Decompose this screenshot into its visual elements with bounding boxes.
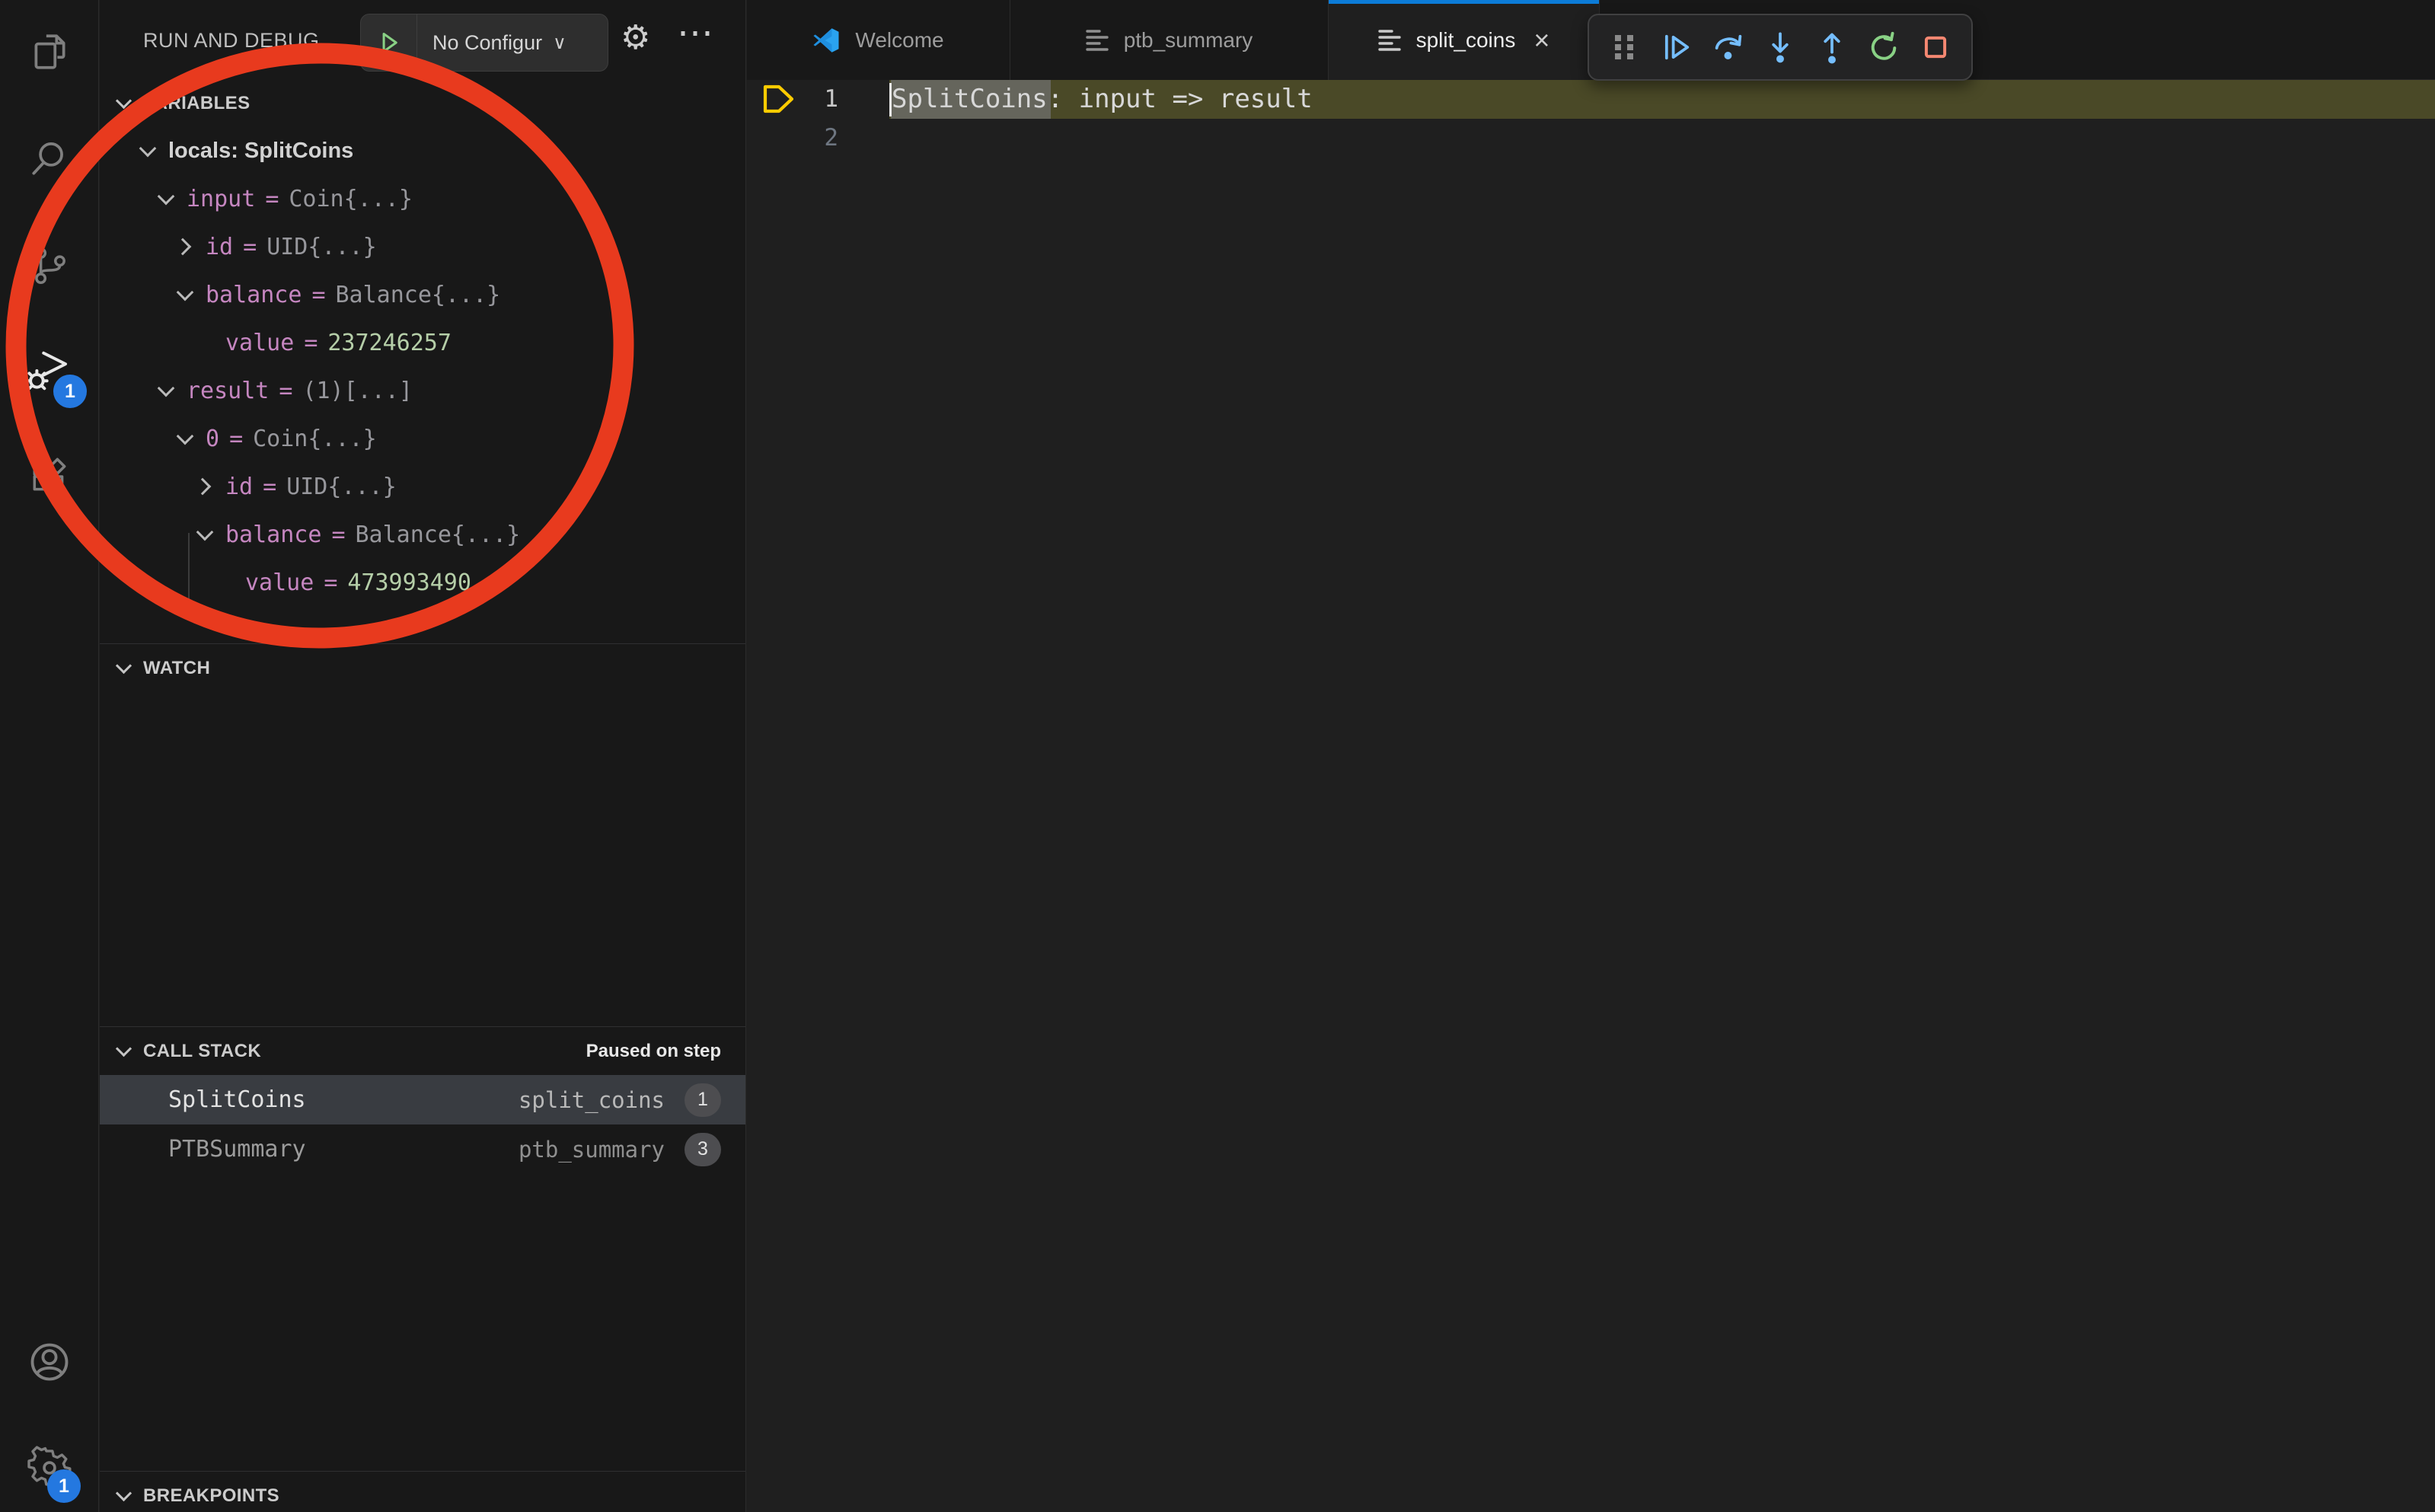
vscode-logo-icon: [812, 27, 840, 54]
toolbar-drag-handle[interactable]: [1601, 20, 1648, 75]
chevron-right-icon[interactable]: [192, 474, 218, 500]
chevron-down-icon: ∨: [553, 32, 566, 54]
step-into-button[interactable]: [1757, 20, 1804, 75]
variables-section-header[interactable]: VARIABLES: [100, 79, 745, 128]
notebook-icon: [1378, 28, 1401, 53]
breakpoints-section-header[interactable]: BREAKPOINTS: [100, 1471, 745, 1512]
accounts-button[interactable]: [0, 1318, 99, 1406]
code-word-splitcoins: SplitCoins: [892, 84, 1048, 114]
variable-row-balance[interactable]: balance = Balance{...}: [100, 271, 745, 319]
more-actions-icon[interactable]: ⋯: [677, 11, 713, 56]
chevron-down-icon[interactable]: [172, 426, 198, 452]
activity-bar: 1 1: [0, 0, 99, 1512]
sidebar-item-explorer[interactable]: [0, 8, 99, 96]
sidebar-title: RUN AND DEBUG: [143, 29, 320, 53]
chevron-right-icon[interactable]: [172, 234, 198, 260]
sidebar-item-source-control[interactable]: [0, 222, 99, 310]
debug-badge: 1: [53, 375, 87, 408]
variable-row-id2[interactable]: id = UID{...}: [100, 463, 745, 511]
variable-row-locals[interactable]: locals: SplitCoins: [100, 127, 745, 175]
tab-label: split_coins: [1416, 28, 1516, 53]
variable-row-value[interactable]: value = 237246257: [100, 319, 745, 367]
chevron-down-icon[interactable]: [113, 657, 136, 680]
variable-row-id[interactable]: id = UID{...}: [100, 223, 745, 271]
chevron-down-icon[interactable]: [153, 187, 179, 212]
run-and-debug-sidebar: RUN AND DEBUG No Configur ∨ ⚙ ⋯ VARIABLE…: [100, 0, 746, 1512]
notebook-icon: [1086, 28, 1109, 53]
sidebar-header: RUN AND DEBUG No Configur ∨ ⚙ ⋯: [100, 0, 745, 79]
chevron-down-icon[interactable]: [113, 1040, 136, 1063]
restart-button[interactable]: [1860, 20, 1907, 75]
variable-row-result[interactable]: result = (1)[...]: [100, 367, 745, 415]
settings-badge: 1: [47, 1469, 81, 1503]
indent-guide: [188, 533, 190, 608]
variable-row-balance2[interactable]: balance = Balance{...}: [100, 511, 745, 559]
frame-line-badge: 1: [685, 1083, 721, 1117]
call-stack-section-header[interactable]: CALL STACK Paused on step: [100, 1026, 745, 1075]
text-cursor: [889, 83, 892, 116]
tab-ptb-summary[interactable]: ptb_summary: [1010, 0, 1329, 80]
files-icon: [27, 30, 72, 74]
chevron-down-icon[interactable]: [172, 282, 198, 308]
config-label: No Configur: [432, 31, 542, 55]
stop-button[interactable]: [1912, 20, 1959, 75]
frame-line-badge: 3: [685, 1133, 721, 1166]
editor-group: Welcome ptb_summary split_coins ×: [747, 0, 2435, 1512]
start-debug-icon[interactable]: [361, 14, 417, 71]
call-stack-frame-splitcoins[interactable]: SplitCoins split_coins 1: [100, 1075, 745, 1124]
breakpoints-section-title: BREAKPOINTS: [143, 1485, 279, 1507]
variables-section-title: VARIABLES: [143, 93, 251, 114]
extensions-icon: [27, 454, 72, 498]
tab-welcome[interactable]: Welcome: [747, 0, 1010, 80]
code-line-rest: : input => result: [1048, 84, 1313, 114]
variable-row-input[interactable]: input = Coin{...}: [100, 175, 745, 223]
search-icon: [27, 136, 72, 180]
git-branch-icon: [27, 244, 72, 288]
sidebar-item-extensions[interactable]: [0, 432, 99, 520]
chevron-down-icon[interactable]: [192, 522, 218, 548]
variable-row-0[interactable]: 0 = Coin{...}: [100, 415, 745, 463]
step-out-button[interactable]: [1808, 20, 1856, 75]
debug-settings-gear-icon[interactable]: ⚙: [621, 15, 650, 61]
chevron-down-icon[interactable]: [113, 92, 136, 115]
call-stack-section-title: CALL STACK: [143, 1041, 261, 1062]
settings-button[interactable]: 1: [0, 1424, 99, 1512]
chevron-down-icon[interactable]: [113, 1485, 136, 1507]
call-stack-frame-ptbsummary[interactable]: PTBSummary ptb_summary 3: [100, 1124, 745, 1174]
sidebar-item-run-and-debug[interactable]: 1: [0, 327, 99, 415]
code-line-1: SplitCoins: input => result: [892, 80, 1313, 119]
watch-section-header[interactable]: WATCH: [100, 643, 745, 692]
code-editor[interactable]: 1 2 SplitCoins: input => result: [747, 80, 2435, 1512]
line-number-1: 1: [747, 80, 838, 119]
sidebar-item-search[interactable]: [0, 114, 99, 203]
debug-config-dropdown[interactable]: No Configur ∨: [360, 14, 608, 72]
tab-label: ptb_summary: [1124, 28, 1253, 53]
paused-status-badge: Paused on step: [586, 1041, 721, 1062]
variable-row-value2[interactable]: value = 473993490: [100, 559, 745, 607]
tab-split-coins[interactable]: split_coins ×: [1329, 0, 1600, 80]
chevron-down-icon[interactable]: [153, 378, 179, 404]
debug-toolbar: [1588, 14, 1973, 81]
account-icon: [27, 1339, 72, 1385]
watch-section-title: WATCH: [143, 658, 210, 679]
step-over-button[interactable]: [1705, 20, 1752, 75]
vscode-window: 1 1 RUN AND DEBUG: [0, 0, 2435, 1512]
continue-button[interactable]: [1653, 20, 1700, 75]
close-icon[interactable]: ×: [1533, 29, 1549, 52]
tab-label: Welcome: [855, 28, 943, 53]
chevron-down-icon[interactable]: [135, 139, 161, 164]
line-number-2: 2: [747, 119, 838, 158]
